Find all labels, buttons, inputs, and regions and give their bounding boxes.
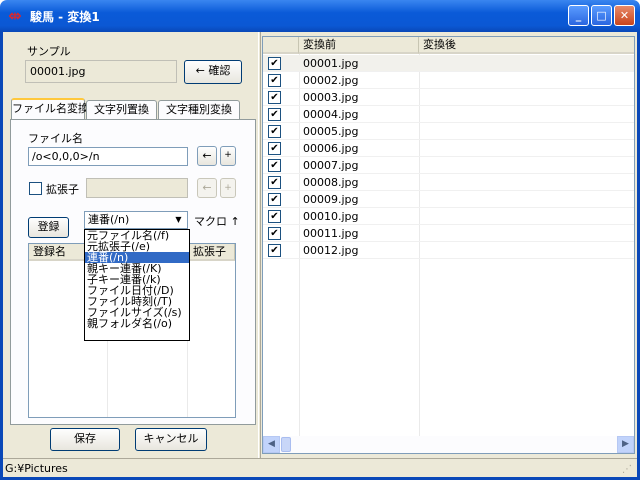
horse-app-icon[interactable]: ⇎ (6, 7, 24, 25)
macro-label: マクロ ↑ (194, 215, 240, 228)
filename-label: ファイル名 (28, 132, 83, 145)
ext-checkbox[interactable] (29, 182, 42, 195)
row-checkbox[interactable]: ✔ (268, 210, 281, 223)
row-before: 00010.jpg (303, 210, 359, 223)
macro-option-parent-folder[interactable]: 親フォルダ名(/o) (85, 318, 189, 329)
file-row[interactable]: ✔ 00011.jpg (263, 225, 634, 242)
row-before: 00003.jpg (303, 91, 359, 104)
row-checkbox[interactable]: ✔ (268, 244, 281, 257)
scroll-left-icon[interactable]: ◀ (263, 436, 280, 453)
file-row[interactable]: ✔ 00007.jpg (263, 157, 634, 174)
file-row[interactable]: ✔ 00006.jpg (263, 140, 634, 157)
row-checkbox[interactable]: ✔ (268, 74, 281, 87)
row-checkbox[interactable]: ✔ (268, 142, 281, 155)
row-checkbox[interactable]: ✔ (268, 159, 281, 172)
ext-plus-button: + (220, 178, 236, 198)
row-before: 00001.jpg (303, 57, 359, 70)
file-row[interactable]: ✔ 00010.jpg (263, 208, 634, 225)
row-checkbox[interactable]: ✔ (268, 108, 281, 121)
row-checkbox[interactable]: ✔ (268, 193, 281, 206)
chevron-down-icon[interactable]: ▼ (171, 213, 186, 227)
file-row[interactable]: ✔ 00004.jpg (263, 106, 634, 123)
resize-grip-icon[interactable]: ⋰ (622, 464, 634, 476)
row-checkbox[interactable]: ✔ (268, 125, 281, 138)
ext-arrow-button: ← (197, 178, 217, 198)
insert-arrow-button[interactable]: ← (197, 146, 217, 166)
tab-filename-convert[interactable]: ファイル名変換 (11, 98, 89, 119)
row-before: 00004.jpg (303, 108, 359, 121)
status-path: G:¥Pictures (5, 462, 68, 475)
minimize-icon: _ (575, 9, 582, 22)
status-bar: G:¥Pictures (3, 458, 637, 477)
file-row[interactable]: ✔ 00001.jpg (263, 55, 634, 72)
row-checkbox[interactable]: ✔ (268, 176, 281, 189)
macro-select-value: 連番(/n) (88, 213, 130, 226)
maximize-icon: □ (596, 9, 607, 22)
confirm-button[interactable]: ← 確認 (184, 60, 242, 84)
minimize-button[interactable]: _ (568, 5, 589, 26)
close-button[interactable]: ✕ (614, 5, 635, 26)
window-title: 駿馬 - 変換1 (30, 10, 100, 24)
row-before: 00002.jpg (303, 74, 359, 87)
file-row[interactable]: ✔ 00009.jpg (263, 191, 634, 208)
row-before: 00011.jpg (303, 227, 359, 240)
tab-char-type-convert[interactable]: 文字種別変換 (158, 100, 240, 119)
cancel-button[interactable]: キャンセル (135, 428, 207, 451)
file-row[interactable]: ✔ 00002.jpg (263, 72, 634, 89)
close-icon: ✕ (619, 9, 630, 22)
row-before: 00008.jpg (303, 176, 359, 189)
pane-splitter[interactable] (258, 32, 261, 458)
file-row[interactable]: ✔ 00008.jpg (263, 174, 634, 191)
save-button[interactable]: 保存 (50, 428, 120, 451)
sample-field: 00001.jpg (25, 60, 177, 83)
scroll-thumb[interactable] (281, 437, 291, 452)
plus-button[interactable]: + (220, 146, 236, 166)
filename-input[interactable]: /o<0,0,0>/n (28, 147, 188, 166)
macro-dropdown-list[interactable]: 元ファイル名(/f) 元拡張子(/e) 連番(/n) 親キー連番(/K) 子キー… (84, 229, 190, 341)
sample-label: サンプル (27, 45, 71, 58)
horizontal-scrollbar[interactable]: ◀ ▶ (263, 436, 634, 453)
row-before: 00005.jpg (303, 125, 359, 138)
row-before: 00009.jpg (303, 193, 359, 206)
row-checkbox[interactable]: ✔ (268, 227, 281, 240)
tab-string-replace[interactable]: 文字列置換 (86, 100, 157, 119)
row-before: 00012.jpg (303, 244, 359, 257)
file-row[interactable]: ✔ 00003.jpg (263, 89, 634, 106)
row-checkbox[interactable]: ✔ (268, 57, 281, 70)
row-before: 00006.jpg (303, 142, 359, 155)
scroll-right-icon[interactable]: ▶ (617, 436, 634, 453)
file-row[interactable]: ✔ 00012.jpg (263, 242, 634, 259)
col-check[interactable] (263, 37, 299, 54)
maximize-button[interactable]: □ (591, 5, 612, 26)
file-row[interactable]: ✔ 00005.jpg (263, 123, 634, 140)
row-before: 00007.jpg (303, 159, 359, 172)
ext-input[interactable] (86, 178, 188, 198)
file-list[interactable]: 変換前 変換後 ✔ 00001.jpg ✔ 00002.jpg ✔ 00003.jpg ✔ 0… (262, 36, 635, 454)
register-button[interactable]: 登録 (28, 217, 69, 238)
row-checkbox[interactable]: ✔ (268, 91, 281, 104)
ext-label: 拡張子 (46, 183, 79, 196)
col-after[interactable]: 変換後 (419, 37, 634, 54)
col-before[interactable]: 変換前 (299, 37, 419, 54)
